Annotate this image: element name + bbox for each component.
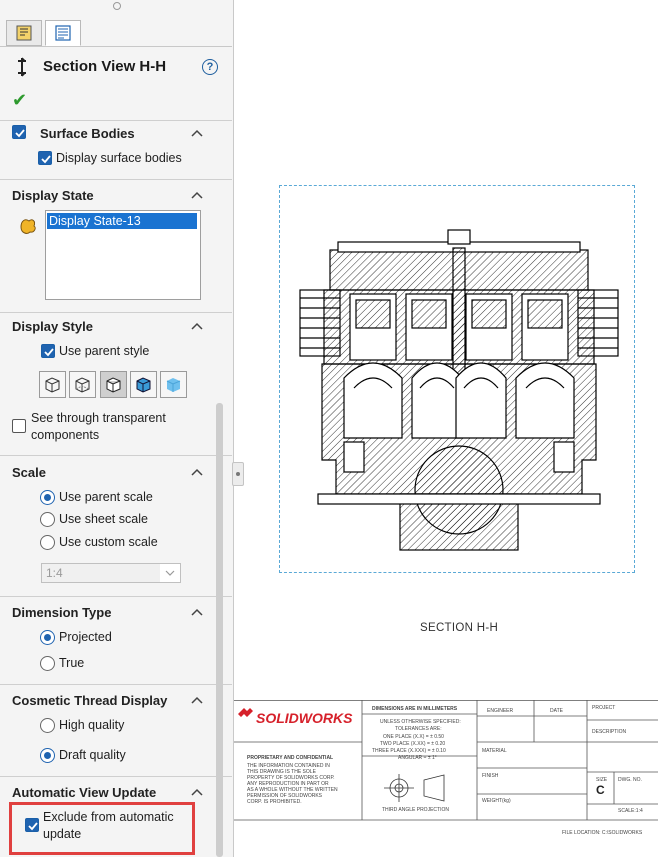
shaded-button[interactable] [160, 371, 187, 398]
surface-bodies-group-checkbox[interactable] [12, 125, 26, 139]
section-title-display-state: Display State [12, 188, 94, 203]
wireframe-style-button[interactable] [39, 371, 66, 398]
display-state-icon [20, 219, 36, 234]
hidden-lines-removed-button[interactable] [100, 371, 127, 398]
size-value: C [596, 783, 605, 797]
use-sheet-scale-radio[interactable] [40, 512, 55, 527]
section-title-surface-bodies: Surface Bodies [40, 126, 135, 141]
true-dimension-label: True [59, 656, 85, 670]
weight-label: WEIGHT(kg) [482, 798, 511, 804]
draft-quality-label: Draft quality [59, 748, 126, 762]
hidden-lines-visible-icon [75, 377, 90, 393]
chevron-down-icon[interactable] [160, 564, 180, 582]
list-item-display-state[interactable]: Display State-13 [47, 213, 197, 229]
ok-check-button[interactable]: ✔ [12, 90, 27, 111]
feature-tree-icon [16, 25, 32, 41]
draft-quality-radio[interactable] [40, 748, 55, 763]
collapse-chevron-icon[interactable] [191, 190, 203, 200]
see-through-transparent-checkbox[interactable] [12, 419, 26, 433]
use-custom-scale-label: Use custom scale [59, 535, 158, 549]
collapse-chevron-icon[interactable] [191, 321, 203, 331]
material-label: MATERIAL [482, 748, 507, 754]
collapse-chevron-icon[interactable] [191, 607, 203, 617]
use-parent-style-label: Use parent style [59, 344, 150, 358]
finish-label: FINISH [482, 773, 499, 779]
use-sheet-scale-label: Use sheet scale [59, 512, 148, 526]
use-parent-style-checkbox[interactable] [41, 344, 55, 358]
panel-grip-icon[interactable] [113, 2, 121, 10]
section-title-auto-update: Automatic View Update [12, 785, 157, 800]
dwg-no-label: DWG. NO. [618, 777, 642, 783]
projection-symbol-icon [384, 774, 445, 802]
section-title-dimension-type: Dimension Type [12, 605, 112, 620]
file-location-label: FILE LOCATION: C:\SOLIDWORKS [562, 830, 643, 836]
tolerance-text: THREE PLACE (X.XXX) = ± 0.10 [372, 748, 446, 754]
section-view-label: SECTION H-H [420, 622, 499, 634]
divider [0, 455, 232, 456]
true-dimension-radio[interactable] [40, 656, 55, 671]
hidden-lines-removed-icon [106, 377, 121, 393]
collapse-chevron-icon[interactable] [191, 128, 203, 138]
collapse-chevron-icon[interactable] [191, 695, 203, 705]
proprietary-text: CORP. IS PROHIBITED. [247, 799, 302, 805]
help-icon[interactable]: ? [202, 59, 218, 75]
page-title: Section View H-H [43, 58, 167, 75]
shaded-icon [166, 378, 181, 392]
divider [0, 312, 232, 313]
scale-label: SCALE:1:4 [618, 808, 643, 814]
dimensions-header: DIMENSIONS ARE IN MILLIMETERS [372, 706, 458, 712]
project-label: PROJECT [592, 705, 616, 711]
tolerance-text: UNLESS OTHERWISE SPECIFIED: [380, 719, 461, 725]
property-manager-panel: Section View H-H ? ✔ Surface Bodies Disp… [0, 0, 234, 857]
custom-scale-value: 1:4 [46, 566, 63, 580]
projection-label: THIRD ANGLE PROJECTION [382, 807, 449, 813]
engine-section-drawing[interactable] [298, 228, 620, 552]
divider [0, 179, 232, 180]
solidworks-logo-icon [238, 708, 253, 717]
tab-feature-manager[interactable] [6, 20, 42, 46]
divider [0, 776, 232, 777]
shaded-with-edges-button[interactable] [130, 371, 157, 398]
solidworks-logo-text: SOLIDWORKS [256, 710, 353, 726]
highlight-box [9, 802, 195, 855]
see-through-transparent-label-1: See through transparent [31, 411, 166, 425]
display-surface-bodies-label: Display surface bodies [56, 151, 182, 165]
shaded-edges-icon [136, 377, 151, 393]
custom-scale-select[interactable]: 1:4 [41, 563, 181, 583]
collapse-chevron-icon[interactable] [191, 467, 203, 477]
date-label: DATE [550, 708, 563, 714]
tolerance-text: TWO PLACE (X.XX) = ± 0.20 [380, 741, 446, 747]
description-label: DESCRIPTION [592, 729, 627, 735]
section-title-cosmetic-thread: Cosmetic Thread Display [12, 693, 168, 708]
collapse-chevron-icon[interactable] [191, 787, 203, 797]
divider [0, 596, 232, 597]
proprietary-title: PROPRIETARY AND CONFIDENTIAL [247, 755, 334, 761]
section-title-scale: Scale [12, 465, 46, 480]
tolerance-text: ANGULAR = ± 1° [398, 755, 437, 761]
wireframe-icon [45, 377, 60, 393]
projected-label: Projected [59, 630, 112, 644]
divider [0, 684, 232, 685]
high-quality-label: High quality [59, 718, 125, 732]
tolerance-text: TOLERANCES ARE: [395, 726, 442, 732]
high-quality-radio[interactable] [40, 718, 55, 733]
use-parent-scale-label: Use parent scale [59, 490, 153, 504]
display-surface-bodies-checkbox[interactable] [38, 151, 52, 165]
divider [0, 120, 232, 121]
property-manager-icon [55, 25, 71, 41]
panel-scrollbar[interactable] [216, 403, 223, 857]
tolerance-text: ONE PLACE (X.X) = ± 0.50 [383, 734, 444, 740]
hidden-lines-visible-button[interactable] [69, 371, 96, 398]
section-title-display-style: Display Style [12, 319, 93, 334]
tab-property-manager[interactable] [45, 20, 81, 46]
panel-collapse-handle[interactable] [232, 462, 244, 486]
projected-radio[interactable] [40, 630, 55, 645]
use-custom-scale-radio[interactable] [40, 535, 55, 550]
use-parent-scale-radio[interactable] [40, 490, 55, 505]
section-view-icon [18, 57, 26, 77]
engineer-label: ENGINEER [487, 708, 514, 714]
see-through-transparent-label-2: components [31, 428, 100, 442]
